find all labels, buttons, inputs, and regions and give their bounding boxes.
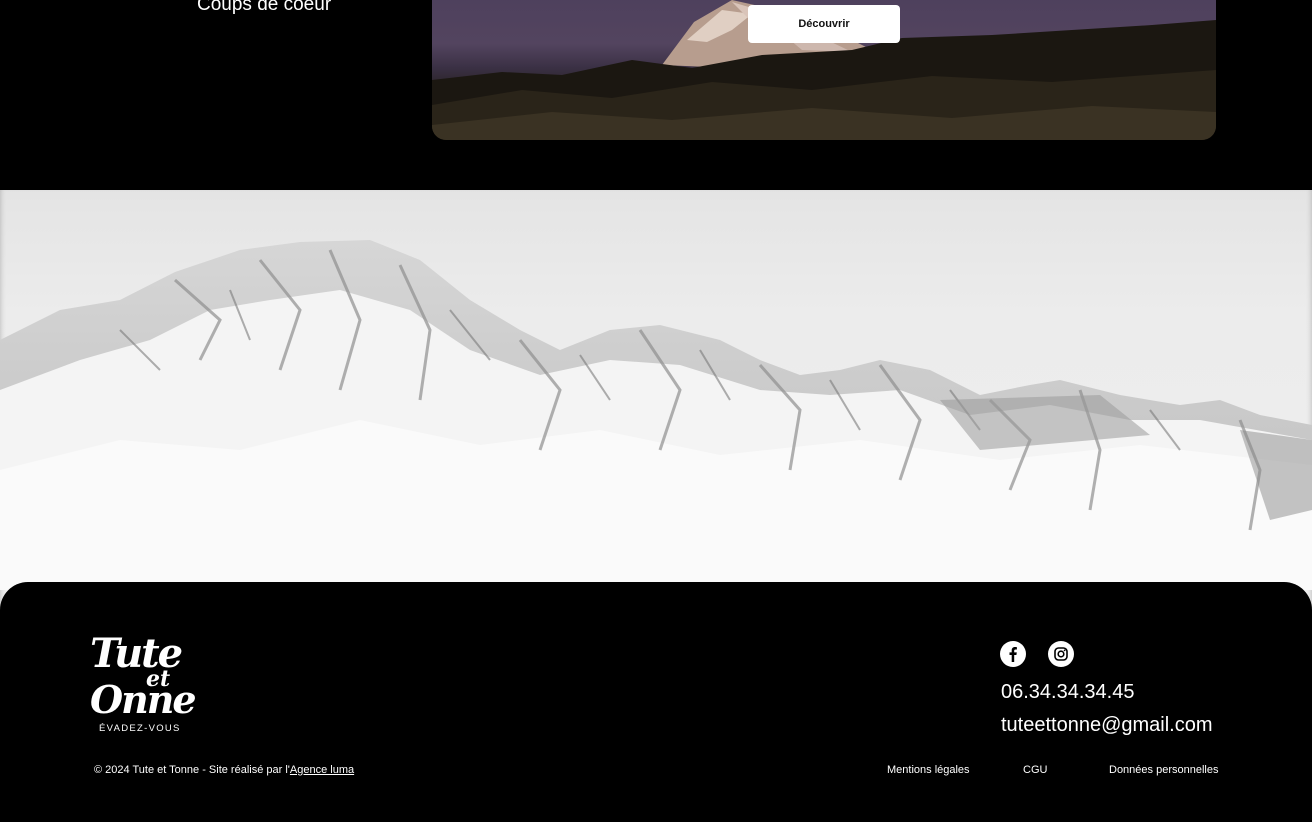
email-link[interactable]: tuteettonne@gmail.com (1001, 714, 1213, 737)
brand-logo[interactable]: Tute et Onne ÉVADEZ-VOUS (90, 634, 200, 738)
legal-mentions-link[interactable]: Mentions légales (887, 764, 970, 776)
snowy-mountains-illustration (0, 240, 1312, 590)
personal-data-link[interactable]: Données personnelles (1109, 764, 1218, 776)
featured-section: Coups de coeur Découvrir (0, 0, 1312, 190)
agency-link[interactable]: Agence luma (290, 764, 354, 776)
copyright-text: © 2024 Tute et Tonne - Site réalisé par … (94, 764, 354, 776)
site-footer: Tute et Onne ÉVADEZ-VOUS 06.34.34.34.45 … (0, 582, 1312, 822)
instagram-icon[interactable] (1048, 641, 1074, 667)
phone-link[interactable]: 06.34.34.34.45 (1001, 681, 1134, 704)
instagram-glyph (1054, 647, 1068, 661)
section-heading: Coups de coeur (197, 0, 332, 15)
social-links (1000, 641, 1074, 667)
logo-text-onne: Onne (90, 677, 197, 722)
facebook-icon[interactable] (1000, 641, 1026, 667)
discover-button[interactable]: Découvrir (748, 5, 900, 43)
facebook-glyph (1009, 647, 1017, 662)
cgu-link[interactable]: CGU (1023, 764, 1047, 776)
copyright-label: © 2024 Tute et Tonne - Site réalisé par … (94, 764, 290, 776)
logo-tagline: ÉVADEZ-VOUS (99, 723, 181, 734)
mountain-banner-image (0, 190, 1312, 610)
